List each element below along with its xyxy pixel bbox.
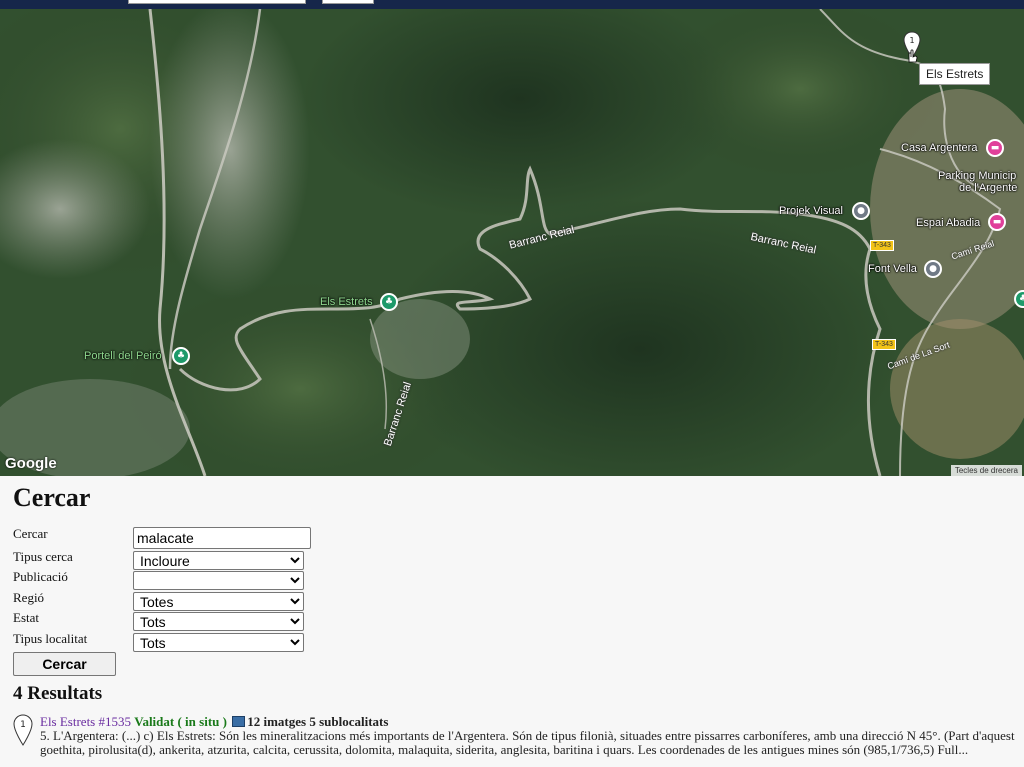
- tipus-localitat-select[interactable]: Tots: [133, 633, 304, 652]
- header-search-field[interactable]: [128, 0, 306, 4]
- park-icon[interactable]: ♣: [172, 347, 190, 365]
- label-estat: Estat: [13, 610, 39, 625]
- hotel-icon[interactable]: ▬: [988, 213, 1006, 231]
- svg-text:1: 1: [909, 36, 914, 45]
- search-input[interactable]: [133, 527, 311, 549]
- search-title: Cercar: [13, 483, 91, 512]
- publicacio-select[interactable]: [133, 571, 304, 590]
- keyboard-shortcuts-link[interactable]: Tecles de drecera: [950, 465, 1022, 476]
- svg-text:1: 1: [20, 720, 26, 730]
- search-button[interactable]: Cercar: [13, 652, 116, 676]
- hotel-icon[interactable]: ▬: [986, 139, 1004, 157]
- place-label-parking-line2: de l'Argente: [959, 182, 1018, 194]
- place-label-els-estrets[interactable]: Els Estrets: [320, 296, 373, 308]
- place-label-casa-argentera[interactable]: Casa Argentera: [901, 142, 977, 154]
- place-label-projek-visual[interactable]: Projek Visual: [779, 205, 843, 217]
- result-description: 5. L'Argentera: (...) c) Els Estrets: Só…: [40, 728, 1015, 757]
- status-badge: Validat ( in situ ): [134, 714, 227, 729]
- hand-cursor-icon: [908, 49, 918, 63]
- place-label-espai-abadia[interactable]: Espai Abadia: [916, 217, 980, 229]
- regio-select[interactable]: Totes: [133, 592, 304, 611]
- label-tipus-localitat: Tipus localitat: [13, 631, 88, 646]
- google-logo: Google: [5, 455, 57, 472]
- label-tipus-cerca: Tipus cerca: [13, 549, 73, 564]
- label-cercar: Cercar: [13, 526, 48, 541]
- header-button[interactable]: [322, 0, 374, 4]
- location-marker-icon[interactable]: 1: [13, 714, 33, 746]
- photo-icon: [232, 716, 246, 727]
- place-label-parking[interactable]: Parking Municip: [938, 170, 1016, 182]
- park-icon[interactable]: ♣: [380, 293, 398, 311]
- result-counts: 12 imatges 5 sublocalitats: [247, 714, 389, 729]
- label-publicacio: Publicació: [13, 569, 68, 584]
- place-label-portell-del-peiro[interactable]: Portell del Peiró: [84, 350, 162, 362]
- result-link[interactable]: Els Estrets #1535: [40, 714, 131, 729]
- place-label-font-vella[interactable]: Font Vella: [868, 263, 917, 275]
- road-shield-t343: T-343: [870, 240, 894, 251]
- estat-select[interactable]: Tots: [133, 612, 304, 631]
- top-bar: [0, 0, 1024, 9]
- tipus-cerca-select[interactable]: Incloure: [133, 551, 304, 570]
- marker-tooltip: Els Estrets: [919, 63, 991, 85]
- location-icon[interactable]: ●: [924, 260, 942, 278]
- road-shield-t343: T-343: [872, 339, 896, 350]
- map[interactable]: 1 Els Estrets Els Estrets ♣ Portell del …: [0, 9, 1024, 476]
- location-icon[interactable]: ●: [852, 202, 870, 220]
- list-item: 1 Els Estrets #1535 Validat ( in situ ) …: [13, 714, 1024, 766]
- results-title: 4 Resultats: [13, 683, 103, 704]
- label-regio: Regió: [13, 590, 45, 605]
